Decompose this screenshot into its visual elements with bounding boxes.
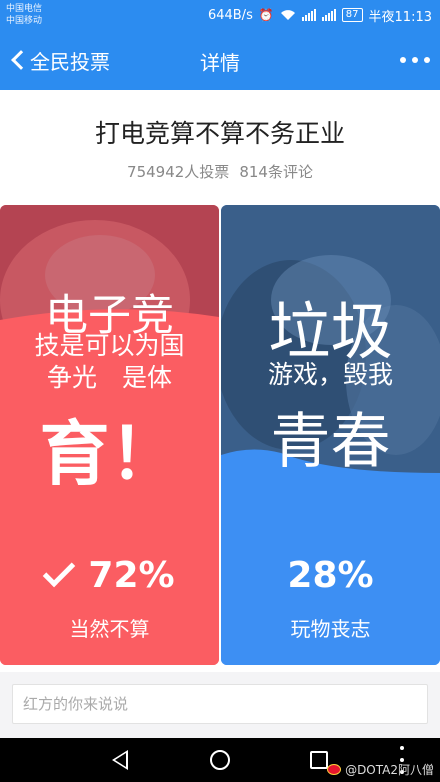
option-label-right: 玩物丧志 [290,617,371,641]
comment-bar [0,672,440,738]
more-dots-icon [400,57,406,63]
percent-left-value: 72% [88,555,175,596]
check-icon [43,554,76,587]
comment-count: 814条评论 [239,163,313,181]
slogan-left-3: 争光 是体 [46,363,172,392]
slogan-left-2: 技是可以为国 [34,331,185,360]
option-card-right[interactable]: 垃圾 游戏，毁我 青春 28% 玩物丧志 [221,205,440,665]
clock: 半夜11:13 [368,9,432,25]
percent-right-value: 28% [287,555,374,596]
signal-icon [301,9,316,21]
slogan-left-4: 育！ [39,413,180,495]
status-bar: 中国电信 中国移动 644B/s ⏰ 87 半夜11:13 [0,0,440,30]
network-speed: 644B/s [207,7,253,23]
carrier-2: 中国移动 [6,16,43,26]
more-button[interactable] [400,50,430,70]
system-recents-icon[interactable] [310,751,328,769]
chevron-left-icon [11,50,31,70]
voter-count: 754942人投票 [127,163,230,181]
slogan-right-3: 青春 [270,407,391,477]
system-back-icon[interactable] [112,750,128,770]
watermark-text: @DOTA2阿八僧 [345,763,434,777]
slogan-right-2: 游戏，毁我 [267,360,393,389]
carrier-info: 中国电信 中国移动 [6,3,42,27]
carrier-1: 中国电信 [6,4,43,14]
alarm-icon: ⏰ [258,8,274,22]
poll-question: 打电竞算不算不务正业 [94,119,345,148]
poll-stats: 754942人投票 814条评论 [0,161,440,182]
status-icons: 644B/s ⏰ 87 半夜11:13 [207,6,432,25]
system-home-icon[interactable] [210,750,230,770]
nav-bar: 全民投票 详情 [0,30,440,90]
percent-right: 28% [221,555,440,596]
battery-icon: 87 [341,8,363,22]
option-card-left[interactable]: 电子竞 技是可以为国 争光 是体 育！ 72% 当然不算 [0,205,219,665]
wifi-icon [280,10,295,20]
option-label-left: 当然不算 [69,617,150,641]
back-button[interactable]: 全民投票 [6,44,110,76]
system-nav-bar: @DOTA2阿八僧 [0,738,440,782]
signal-icon-2 [321,9,336,21]
page-title: 详情 [200,51,240,75]
watermark: @DOTA2阿八僧 [327,761,434,778]
percent-left: 72% [0,554,219,596]
weibo-logo-icon [327,764,342,775]
comment-input[interactable] [12,684,428,724]
back-label: 全民投票 [30,49,110,74]
